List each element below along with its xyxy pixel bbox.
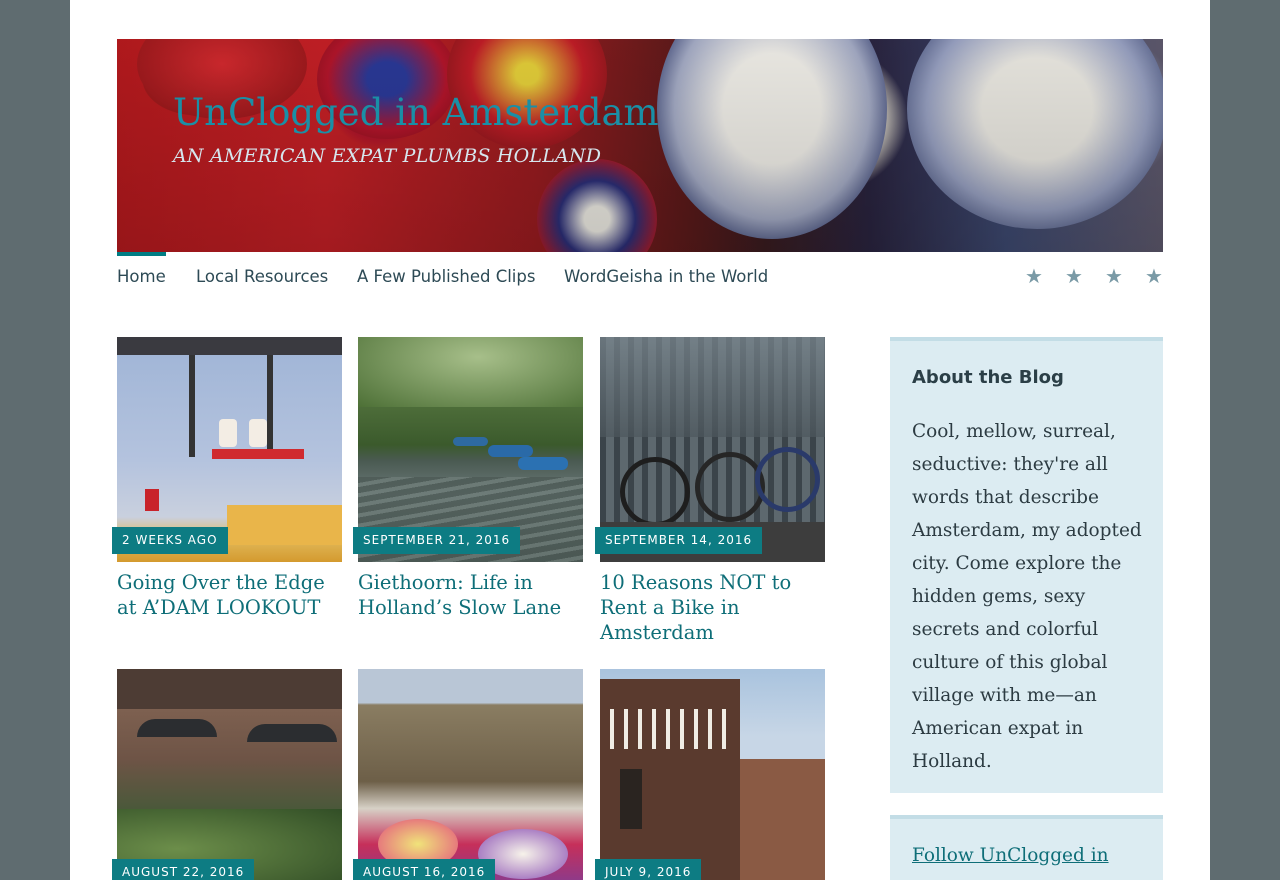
about-widget-title: About the Blog bbox=[912, 367, 1064, 388]
site-tagline: AN AMERICAN EXPAT PLUMBS HOLLAND bbox=[173, 145, 602, 167]
post-date-badge[interactable]: AUGUST 16, 2016 bbox=[353, 859, 496, 880]
moco-museum-photo[interactable] bbox=[600, 669, 825, 880]
post-date-badge[interactable]: AUGUST 22, 2016 bbox=[112, 859, 255, 880]
star-icon[interactable]: ★ bbox=[1105, 264, 1123, 288]
nav-item-wordgeisha[interactable]: WordGeisha in the World bbox=[564, 267, 768, 286]
nav-item-home[interactable]: Home bbox=[117, 267, 166, 286]
nav-item-published-clips[interactable]: A Few Published Clips bbox=[357, 267, 535, 286]
header-banner-image: UnClogged in Amsterdam AN AMERICAN EXPAT… bbox=[117, 39, 1163, 252]
site-title[interactable]: UnClogged in Amsterdam bbox=[173, 91, 659, 134]
nav-item-local-resources[interactable]: Local Resources bbox=[196, 267, 328, 286]
cafe-photo[interactable] bbox=[117, 669, 342, 880]
about-widget: About the Blog Cool, mellow, surreal, se… bbox=[890, 337, 1163, 793]
post-title[interactable]: Giethoorn: Life in Holland’s Slow Lane bbox=[358, 570, 583, 620]
post-title[interactable]: 10 Reasons NOT to Rent a Bike in Amsterd… bbox=[600, 570, 825, 645]
follow-widget: Follow UnClogged in bbox=[890, 815, 1163, 880]
nav-active-indicator bbox=[117, 252, 166, 256]
post-date-badge[interactable]: SEPTEMBER 14, 2016 bbox=[595, 527, 763, 554]
star-icon[interactable]: ★ bbox=[1145, 264, 1163, 288]
post-date-badge[interactable]: 2 WEEKS AGO bbox=[112, 527, 228, 554]
post-title[interactable]: Going Over the Edge at A’DAM LOOKOUT bbox=[117, 570, 342, 620]
page: UnClogged in Amsterdam AN AMERICAN EXPAT… bbox=[70, 0, 1210, 880]
star-icon[interactable]: ★ bbox=[1025, 264, 1043, 288]
follow-blog-link[interactable]: Follow UnClogged in bbox=[912, 845, 1109, 866]
post-date-badge[interactable]: SEPTEMBER 21, 2016 bbox=[353, 527, 521, 554]
flower-carpet-photo[interactable] bbox=[358, 669, 583, 880]
main-navigation: Home Local Resources A Few Published Cli… bbox=[117, 252, 1163, 302]
about-widget-text: Cool, mellow, surreal, seductive: they'r… bbox=[912, 421, 1142, 772]
star-icon[interactable]: ★ bbox=[1065, 264, 1083, 288]
post-date-badge[interactable]: JULY 9, 2016 bbox=[595, 859, 702, 880]
